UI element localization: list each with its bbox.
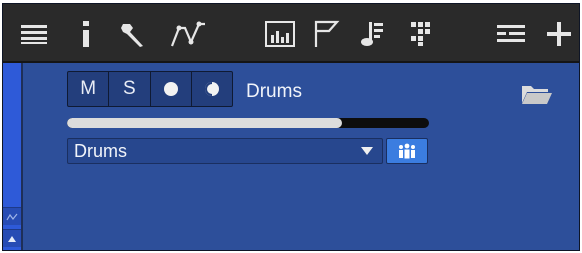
people-group-icon bbox=[399, 143, 415, 159]
track-controls: M S bbox=[67, 71, 233, 107]
monitor-button[interactable] bbox=[192, 72, 232, 106]
group-button[interactable] bbox=[386, 138, 428, 164]
record-icon bbox=[163, 82, 178, 96]
instrument-select[interactable]: Drums bbox=[67, 138, 383, 164]
track-name[interactable]: Drums bbox=[246, 81, 302, 103]
monitor-icon bbox=[204, 82, 219, 96]
expand-up-icon[interactable] bbox=[3, 229, 21, 247]
volume-bar[interactable] bbox=[67, 118, 429, 128]
wrench-icon[interactable] bbox=[117, 18, 151, 50]
track-color-strip bbox=[3, 63, 23, 250]
flag-icon[interactable] bbox=[311, 18, 343, 50]
instrument-select-value: Drums bbox=[74, 140, 127, 161]
info-icon[interactable] bbox=[75, 18, 97, 50]
toolbar bbox=[3, 4, 579, 63]
track-window: M S Drums Drums bbox=[2, 3, 580, 251]
list-layout-icon[interactable] bbox=[493, 18, 529, 50]
music-note-icon[interactable] bbox=[357, 18, 389, 50]
automation-toggle-icon[interactable] bbox=[3, 207, 21, 225]
mixer-meter-icon[interactable] bbox=[262, 18, 298, 50]
pattern-grid-icon[interactable] bbox=[405, 18, 439, 50]
solo-button[interactable]: S bbox=[109, 72, 151, 106]
folder-icon[interactable] bbox=[521, 83, 553, 110]
mute-button[interactable]: M bbox=[68, 72, 110, 106]
chevron-down-icon bbox=[361, 147, 373, 155]
track-header: M S Drums Drums bbox=[23, 63, 579, 250]
add-icon[interactable] bbox=[543, 18, 575, 50]
volume-bar-fill bbox=[67, 118, 343, 128]
record-arm-button[interactable] bbox=[151, 72, 192, 106]
menu-icon[interactable] bbox=[17, 18, 51, 50]
automation-curve-icon[interactable] bbox=[167, 18, 213, 50]
